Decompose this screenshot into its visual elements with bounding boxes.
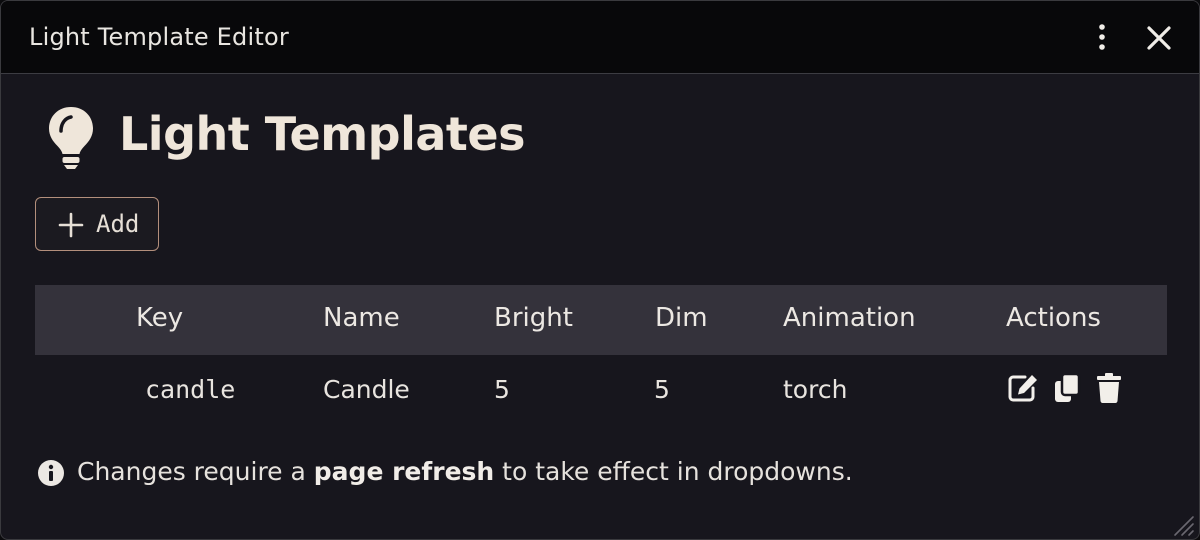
table-row: candle Candle 5 5 torch xyxy=(35,355,1167,425)
notice-emphasis: page refresh xyxy=(313,457,495,486)
column-header-bright[interactable]: Bright xyxy=(494,303,573,333)
column-header-animation[interactable]: Animation xyxy=(783,303,916,333)
column-header-key[interactable]: Key xyxy=(136,303,183,333)
lightbulb-icon xyxy=(49,107,93,169)
notice-prefix: Changes require a xyxy=(77,457,314,486)
edit-icon[interactable] xyxy=(1007,373,1039,403)
add-button-label: Add xyxy=(96,210,140,238)
window-title: Light Template Editor xyxy=(29,23,289,51)
table-header: Key Name Bright Dim Animation Actions xyxy=(35,285,1167,355)
plus-icon xyxy=(58,212,84,238)
cell-key: candle xyxy=(145,375,236,404)
copy-icon[interactable] xyxy=(1053,373,1081,403)
add-button[interactable]: Add xyxy=(35,197,159,251)
cell-name: Candle xyxy=(323,375,410,404)
cell-bright: 5 xyxy=(494,375,510,404)
kebab-menu-icon[interactable] xyxy=(1089,23,1115,53)
info-icon xyxy=(38,460,64,486)
templates-table: Key Name Bright Dim Animation Actions ca… xyxy=(35,285,1167,425)
trash-icon[interactable] xyxy=(1096,373,1122,403)
column-header-dim[interactable]: Dim xyxy=(655,303,708,333)
notice-suffix: to take effect in dropdowns. xyxy=(494,457,853,486)
cell-dim: 5 xyxy=(654,375,670,404)
notice-text: Changes require a page refresh to take e… xyxy=(77,457,853,486)
cell-animation: torch xyxy=(783,375,848,404)
window-titlebar[interactable]: Light Template Editor xyxy=(1,1,1199,74)
column-header-name[interactable]: Name xyxy=(323,303,400,333)
light-template-editor-window: Light Template Editor Light Templates Ad… xyxy=(0,0,1200,540)
close-icon[interactable] xyxy=(1144,23,1174,53)
page-title: Light Templates xyxy=(119,107,525,161)
resize-handle-icon[interactable] xyxy=(1171,513,1195,537)
column-header-actions: Actions xyxy=(1006,303,1101,333)
